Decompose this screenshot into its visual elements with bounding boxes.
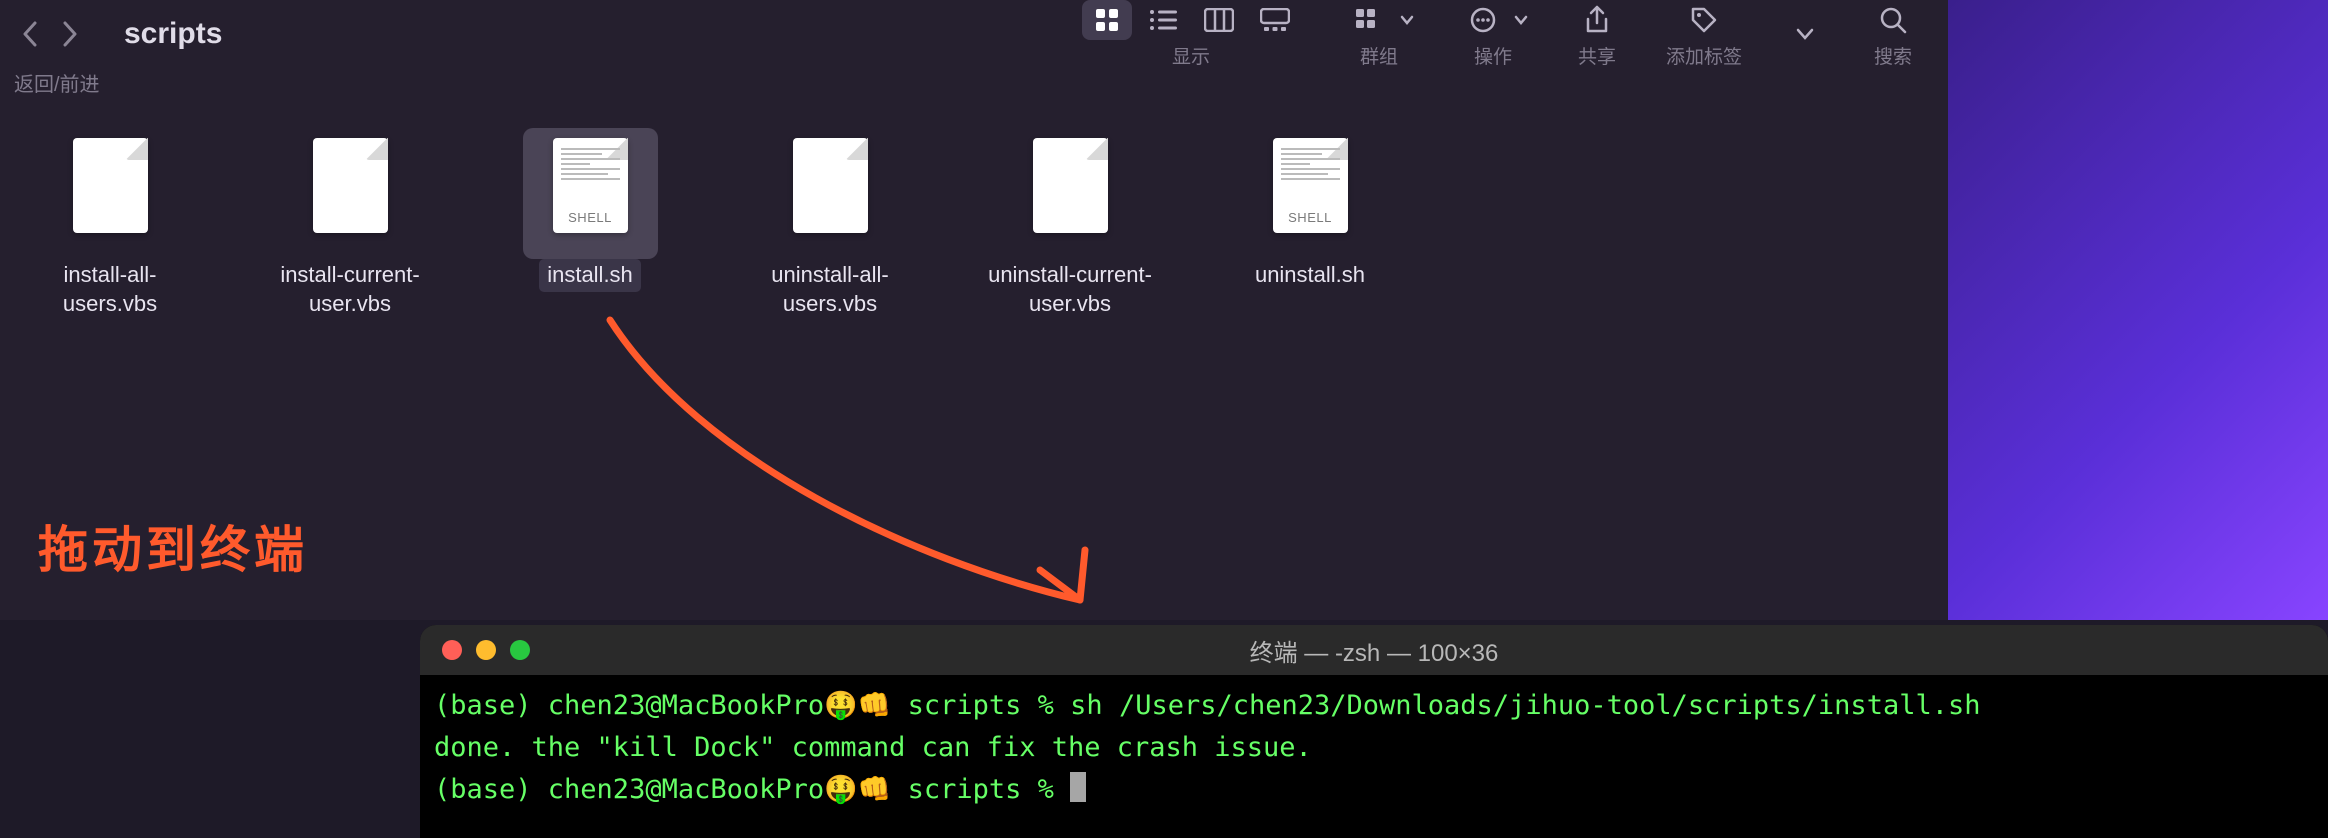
tags-label: 添加标签 (1666, 42, 1742, 69)
zoom-button[interactable] (510, 640, 530, 660)
shell-file-icon (553, 138, 628, 233)
file-item[interactable]: uninstall-all-users.vbs (740, 128, 920, 320)
nav-arrows (10, 14, 90, 54)
view-list-button[interactable] (1138, 0, 1188, 40)
file-name: uninstall-current-user.vbs (980, 259, 1160, 320)
view-icons-button[interactable] (1082, 0, 1132, 40)
generic-file-icon (1033, 138, 1108, 233)
group-menu: 群组 (1344, 0, 1414, 69)
file-item[interactable]: install.sh (500, 128, 680, 292)
terminal-body[interactable]: (base) chen23@MacBookPro🤑👊 scripts % sh … (420, 675, 2328, 821)
traffic-lights (442, 640, 530, 660)
terminal-line: (base) chen23@MacBookPro🤑👊 scripts % (434, 769, 2314, 811)
file-item[interactable]: install-all-users.vbs (20, 128, 200, 320)
nav-sublabel: 返回/前进 (0, 68, 1948, 98)
generic-file-icon (793, 138, 868, 233)
tags-button[interactable] (1679, 0, 1729, 40)
generic-file-icon (313, 138, 388, 233)
file-name: uninstall.sh (1247, 259, 1373, 292)
tags-group: 添加标签 (1666, 0, 1742, 69)
action-button[interactable] (1458, 0, 1508, 40)
file-item[interactable]: uninstall-current-user.vbs (980, 128, 1160, 320)
forward-button[interactable] (50, 14, 90, 54)
chevron-down-icon (1796, 28, 1814, 40)
terminal-window: 终端 — -zsh — 100×36 (base) chen23@MacBook… (420, 625, 2328, 838)
minimize-button[interactable] (476, 640, 496, 660)
action-label: 操作 (1474, 42, 1512, 69)
chevron-down-icon (1400, 15, 1414, 25)
share-label: 共享 (1578, 42, 1616, 69)
terminal-title: 终端 — -zsh — 100×36 (420, 633, 2328, 668)
folder-title: scripts (124, 17, 222, 51)
file-name: install-all-users.vbs (20, 259, 200, 320)
generic-file-icon (73, 138, 148, 233)
cursor-icon (1070, 772, 1086, 802)
more-menu[interactable] (1796, 28, 1814, 40)
desktop-wallpaper (1948, 0, 2328, 620)
back-button[interactable] (10, 14, 50, 54)
file-name: uninstall-all-users.vbs (740, 259, 920, 320)
chevron-down-icon (1514, 15, 1528, 25)
search-label: 搜索 (1874, 42, 1912, 69)
terminal-line: done. the "kill Dock" command can fix th… (434, 727, 2314, 769)
view-mode-group: 显示 (1082, 0, 1300, 69)
file-name: install.sh (539, 259, 641, 292)
terminal-line: (base) chen23@MacBookPro🤑👊 scripts % sh … (434, 685, 2314, 727)
share-group: 共享 (1572, 0, 1622, 69)
finder-toolbar: scripts 显示 (0, 0, 1948, 68)
file-item[interactable]: uninstall.sh (1220, 128, 1400, 292)
annotation-text: 拖动到终端 (38, 510, 308, 582)
file-item[interactable]: install-current-user.vbs (260, 128, 440, 320)
file-grid: install-all-users.vbs install-current-use… (0, 98, 1948, 350)
view-gallery-button[interactable] (1250, 0, 1300, 40)
terminal-titlebar[interactable]: 终端 — -zsh — 100×36 (420, 625, 2328, 675)
group-button[interactable] (1344, 0, 1394, 40)
file-name: install-current-user.vbs (260, 259, 440, 320)
search-group: 搜索 (1868, 0, 1918, 69)
share-button[interactable] (1572, 0, 1622, 40)
close-button[interactable] (442, 640, 462, 660)
group-label: 群组 (1360, 42, 1398, 69)
view-label: 显示 (1172, 42, 1210, 69)
shell-file-icon (1273, 138, 1348, 233)
action-menu: 操作 (1458, 0, 1528, 69)
search-button[interactable] (1868, 0, 1918, 40)
view-columns-button[interactable] (1194, 0, 1244, 40)
